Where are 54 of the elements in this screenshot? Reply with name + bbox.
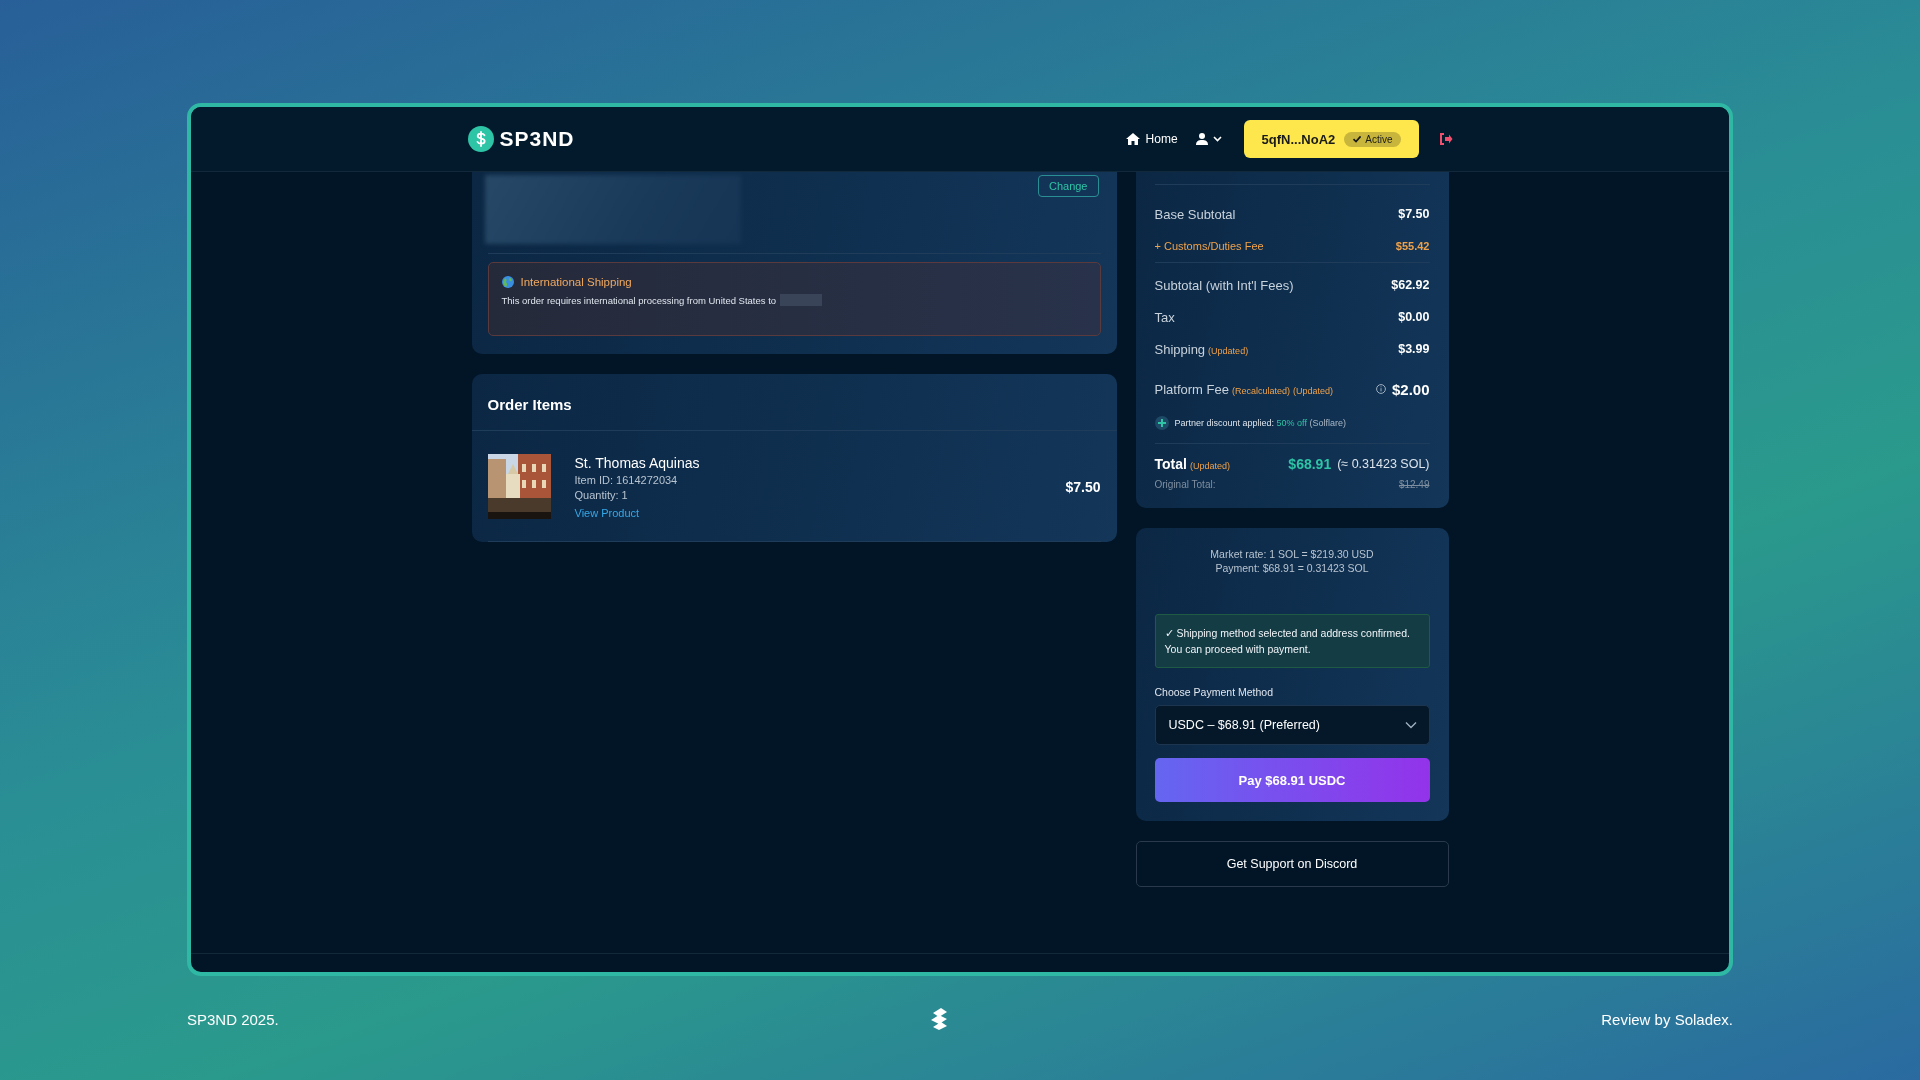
chevron-down-icon — [1212, 136, 1222, 142]
summary-value: $2.00 — [1391, 380, 1430, 398]
status-badge: Active — [1344, 131, 1401, 147]
product-name: St. Thomas Aquinas — [574, 454, 700, 471]
support-button[interactable]: Get Support on Discord — [1135, 841, 1449, 887]
notice-title: International Shipping — [520, 276, 632, 288]
summary-label: Shipping — [1154, 341, 1206, 357]
summary-label: Platform Fee — [1154, 381, 1229, 397]
summary-value: $7.50 — [1398, 207, 1430, 221]
field-label: Choose Payment Method — [1154, 686, 1274, 698]
payment-method-dropdown[interactable]: USDC – $68.91 (Preferred) — [1154, 705, 1430, 745]
info-icon[interactable] — [1375, 384, 1386, 394]
footer-text: SP3ND 2025. — [187, 1010, 279, 1028]
change-button[interactable]: Change — [1037, 175, 1099, 197]
sol-amount: (≈ 0.31423 SOL) — [1337, 457, 1430, 471]
dollar-coin-icon — [467, 126, 494, 152]
logout-icon[interactable] — [1438, 133, 1453, 145]
home-icon — [1125, 133, 1140, 145]
badge-icon — [1154, 416, 1169, 430]
summary-value: $55.42 — [1395, 240, 1430, 252]
total-amount: $68.91 — [1288, 456, 1332, 472]
update-tag: (Updated) — [1292, 385, 1333, 396]
chevron-down-icon — [1404, 721, 1417, 729]
pay-button[interactable]: Pay $68.91 USDC — [1154, 758, 1430, 802]
footer-text: Review by Soladex. — [1601, 1010, 1733, 1028]
summary-value: $62.92 — [1391, 278, 1430, 292]
user-icon — [1195, 133, 1208, 145]
summary-label: + Customs/Duties Fee — [1154, 240, 1264, 252]
update-tag: (Updated) — [1189, 461, 1230, 471]
logo-text[interactable]: SP3ND — [499, 127, 575, 151]
item-id: Item ID: 1614272034 — [574, 473, 679, 486]
rate-text: Payment: $68.91 = 0.31423 SOL — [1215, 562, 1369, 574]
discount-note: Partner discount applied: 50% off (Solflare) — [1174, 418, 1346, 428]
view-product-link[interactable]: View Product — [574, 506, 700, 519]
update-tag: (Updated) — [1208, 345, 1249, 356]
notice-text: This order requires international processing from United States to — [501, 294, 777, 306]
globe-icon — [501, 276, 514, 288]
summary-label: Base Subtotal — [1154, 206, 1236, 222]
rate-text: Market rate: 1 SOL = $219.30 USD — [1210, 548, 1374, 560]
account-menu[interactable] — [1195, 133, 1222, 145]
section-title: Order Items — [487, 396, 572, 413]
total-label: Total — [1154, 456, 1187, 472]
original-total-label: Original Total: — [1154, 479, 1216, 490]
original-total-value: $12.49 — [1398, 479, 1430, 490]
confirmation-notice: ✓ Shipping method selected and address confirmed. You can proceed with payment. — [1154, 614, 1430, 668]
summary-label: Tax — [1154, 309, 1175, 325]
wallet-button[interactable]: 5qfN...NoA2 Active — [1243, 120, 1419, 158]
item-quantity: Quantity: 1 — [574, 488, 629, 501]
update-tag: (Recalculated) — [1231, 385, 1290, 396]
summary-label: Subtotal (with Int'l Fees) — [1154, 277, 1294, 293]
summary-value: $0.00 — [1398, 310, 1430, 324]
item-price: $7.50 — [1065, 478, 1101, 495]
summary-value: $3.99 — [1398, 342, 1430, 356]
home-link[interactable]: Home — [1125, 132, 1178, 146]
